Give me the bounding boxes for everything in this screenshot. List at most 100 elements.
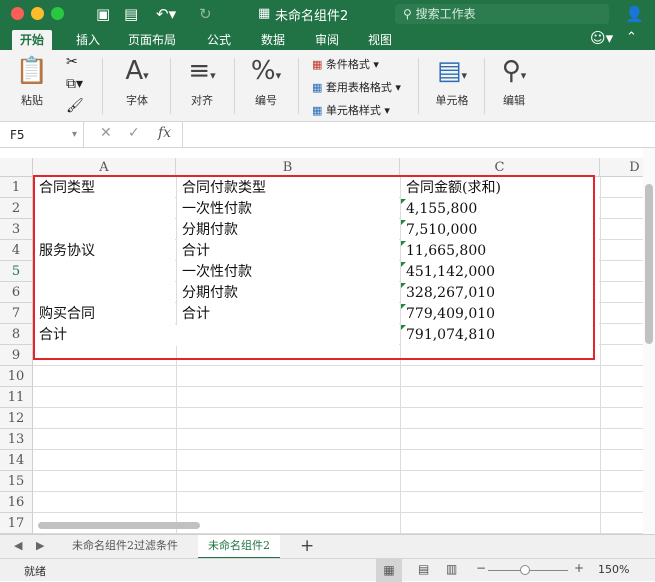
conditional-format-button[interactable]: ▦ 条件格式 ▾ [312,56,379,72]
number-label: 编号 [255,94,277,107]
ribbon: 📋 粘贴 ✂ ⧉▾ 🖌 A▾ 字体 ≡▾ 对齐 %▾ 编号 ▦ 条件格式 ▾ ▦… [0,50,655,122]
minimize-window-button[interactable] [31,7,44,20]
window-title: 未命名组件2 [275,9,349,24]
row-header-5[interactable]: 5 [0,261,33,282]
table-format-icon: ▦ [312,81,323,94]
page-layout-view-icon[interactable]: ▤ [418,562,429,576]
align-label: 对齐 [191,94,213,107]
tab-insert[interactable]: 插入 [68,30,108,50]
align-icon: ≡▾ [188,56,216,86]
sheet-tabs: ◀ ▶ 未命名组件2过滤条件 未命名组件2 + [0,534,655,559]
collapse-ribbon-icon[interactable]: ⌃ [626,28,637,48]
magnifier-icon: ⚲▾ [501,56,527,86]
name-box[interactable]: F5 ▾ [0,122,84,148]
table-format-label: 套用表格格式 [325,81,392,94]
tab-review[interactable]: 审阅 [307,30,347,50]
search-box[interactable]: ⚲ 搜索工作表 [395,4,609,24]
grid-line [33,512,643,513]
cell-style-button[interactable]: ▦ 单元格样式 ▾ [312,102,390,118]
tab-data[interactable]: 数据 [253,30,293,50]
status-bar: 就绪 ▦ ▤ ▥ − + 150% [0,558,655,582]
grid-line [33,470,643,471]
confirm-icon[interactable]: ✓ [128,125,140,141]
row-header-15[interactable]: 15 [0,471,33,492]
row-header-9[interactable]: 9 [0,345,33,366]
vertical-scrollbar[interactable] [645,184,653,344]
table-format-button[interactable]: ▦ 套用表格格式 ▾ [312,79,401,95]
add-sheet-icon[interactable]: + [300,536,314,556]
close-window-button[interactable] [11,7,24,20]
cancel-icon[interactable]: ✕ [100,125,112,141]
row-header-17[interactable]: 17 [0,513,33,534]
edit-label: 编辑 [503,94,525,107]
normal-view-icon[interactable]: ▦ [376,559,402,582]
next-sheet-icon[interactable]: ▶ [36,539,44,552]
sheet-tab-filter[interactable]: 未命名组件2过滤条件 [62,535,188,559]
select-all-corner[interactable] [0,158,33,177]
cell-style-label: 单元格样式 [325,104,381,117]
font-label: 字体 [126,94,148,107]
sheet-tab-active[interactable]: 未命名组件2 [198,535,280,559]
row-header-16[interactable]: 16 [0,492,33,513]
number-group[interactable]: %▾ 编号 [242,50,290,122]
name-box-value: F5 [10,128,25,142]
cut-icon[interactable]: ✂ [66,54,78,70]
undo-icon[interactable]: ↶▾ [156,4,176,24]
add-user-icon[interactable]: 👤 [625,4,644,24]
zoom-in-icon[interactable]: + [574,561,584,575]
horizontal-scrollbar[interactable] [38,522,200,529]
tab-view[interactable]: 视图 [360,30,400,50]
zoom-out-icon[interactable]: − [476,561,486,575]
sidebar-toggle-icon[interactable]: ▣ [96,4,110,24]
row-header-6[interactable]: 6 [0,282,33,303]
zoom-slider-handle[interactable] [520,565,530,575]
file-icon: ▦ [258,6,271,21]
row-header-11[interactable]: 11 [0,387,33,408]
row-header-1[interactable]: 1 [0,177,33,198]
ribbon-divider [298,58,299,114]
formula-input[interactable] [182,122,652,148]
prev-sheet-icon[interactable]: ◀ [14,539,22,552]
row-header-8[interactable]: 8 [0,324,33,345]
format-painter-icon[interactable]: 🖌 [66,98,84,114]
align-group[interactable]: ≡▾ 对齐 [178,50,226,122]
maximize-window-button[interactable] [51,7,64,20]
column-header-d[interactable]: D [600,158,643,177]
cells-group[interactable]: ▤▾ 单元格 [426,50,478,122]
grid-line [33,428,643,429]
edit-group[interactable]: ⚲▾ 编辑 [492,50,536,122]
row-header-3[interactable]: 3 [0,219,33,240]
ribbon-tabs: 开始 插入 页面布局 公式 数据 审阅 视图 ☺▾ ⌃ [0,28,655,50]
function-icon[interactable]: fx [158,125,171,141]
ribbon-divider [418,58,419,114]
zoom-level[interactable]: 150% [598,563,629,576]
tab-page-layout[interactable]: 页面布局 [120,30,184,50]
copy-icon[interactable]: ⧉▾ [66,76,83,92]
row-header-13[interactable]: 13 [0,429,33,450]
row-header-10[interactable]: 10 [0,366,33,387]
paste-label: 粘贴 [21,94,43,107]
vertical-scrollbar-track [643,148,655,534]
row-header-2[interactable]: 2 [0,198,33,219]
row-header-12[interactable]: 12 [0,408,33,429]
cells-label: 单元格 [435,94,469,107]
row-header-7[interactable]: 7 [0,303,33,324]
save-icon[interactable]: ▤ [124,4,138,24]
row-header-4[interactable]: 4 [0,240,33,261]
smiley-icon[interactable]: ☺▾ [590,28,613,48]
font-group[interactable]: A▾ 字体 [112,50,162,122]
highlight-box [33,175,595,360]
ribbon-divider [234,58,235,114]
row-header-14[interactable]: 14 [0,450,33,471]
tab-home[interactable]: 开始 [12,30,53,50]
title-bar: ▣ ▤ ↶▾ ↻ ▦ 未命名组件2 ⚲ 搜索工作表 👤 [0,0,655,28]
tab-formulas[interactable]: 公式 [199,30,239,50]
redo-icon[interactable]: ↻ [199,4,212,24]
page-break-view-icon[interactable]: ▥ [446,562,457,576]
search-placeholder: 搜索工作表 [415,7,476,21]
spreadsheet-grid[interactable]: A B C D 1 2 3 4 5 6 7 8 9 10 11 12 13 14 15 16 17 合同类型 合… [0,148,643,534]
status-text: 就绪 [24,565,46,578]
search-icon: ⚲ [403,7,412,21]
zoom-slider[interactable] [488,565,568,575]
paste-group[interactable]: 📋 粘贴 [8,50,56,122]
